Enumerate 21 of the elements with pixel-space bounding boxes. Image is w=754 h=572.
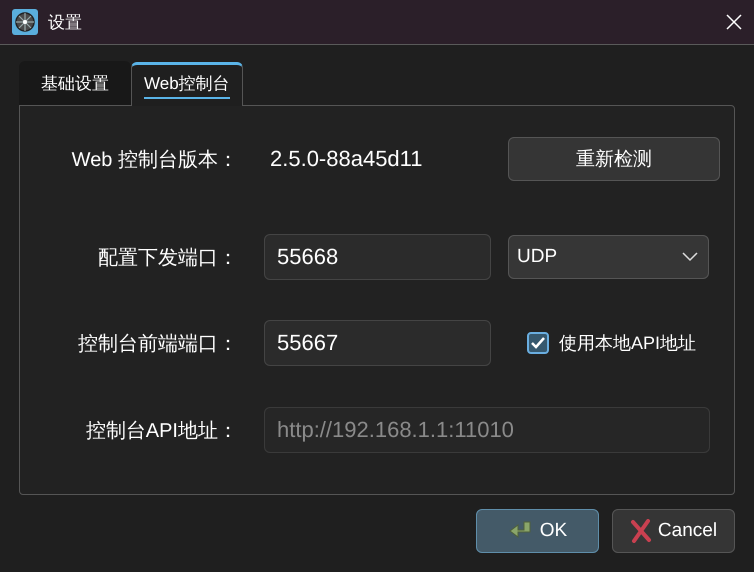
tab[interactable]: Web控制台 [131,62,243,106]
recheck-button[interactable]: 重新检测 [508,137,720,181]
field-label: 配置下发端口： [97,246,238,270]
close-icon[interactable] [726,14,742,30]
chevron-down-icon [682,252,698,262]
version-text: 2.5.0-88a45d11 [270,146,424,172]
checkbox-label: 使用本地API地址 [559,332,696,355]
ok-button[interactable]: OK [476,509,599,553]
app-icon [12,9,38,35]
checkbox[interactable] [527,332,549,354]
field-label: 控制台API地址： [84,418,238,444]
field-label: Web 控制台版本： [70,148,238,172]
field-label: 控制台前端端口： [77,332,238,356]
input-field[interactable]: 55668 [264,234,491,280]
cross-icon [630,519,652,543]
check-icon [531,337,545,349]
cancel-button[interactable]: Cancel [612,509,735,553]
protocol-dropdown[interactable]: UDP [508,235,709,279]
window-title: 设置 [48,12,83,34]
tab[interactable]: 基础设置 [19,61,131,105]
input-field[interactable]: 55667 [264,320,491,366]
